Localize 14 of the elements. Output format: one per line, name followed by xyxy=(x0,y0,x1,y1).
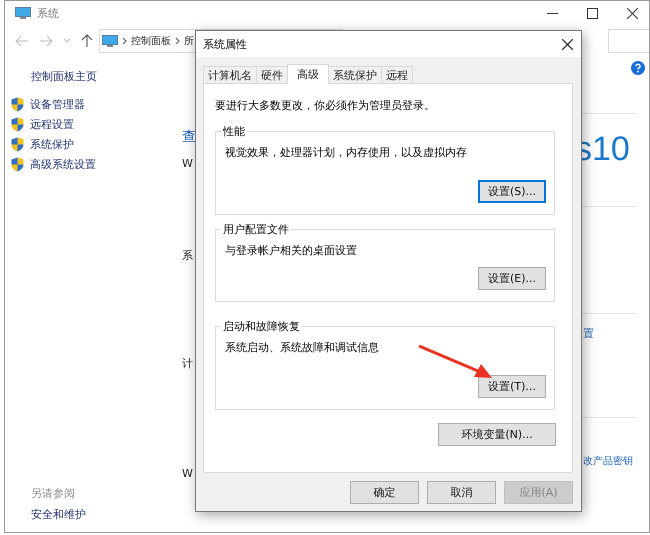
section-heading: 另请参阅 xyxy=(30,486,76,501)
group-description: 与登录帐户相关的桌面设置 xyxy=(225,243,358,258)
group-title: 性能 xyxy=(221,124,247,139)
text-fragment: W xyxy=(182,157,193,171)
text-fragment: 系 xyxy=(182,249,193,263)
dialog-title: 系统属性 xyxy=(203,36,247,52)
group-title: 用户配置文件 xyxy=(221,222,291,237)
text-fragment: 计 xyxy=(182,357,193,371)
group-description: 视觉效果，处理器计划，内存使用，以及虚拟内存 xyxy=(225,145,468,160)
window-title: 系统 xyxy=(37,6,60,20)
group-description: 系统启动、系统故障和调试信息 xyxy=(225,340,380,355)
text-fragment: W xyxy=(182,467,193,481)
notice-text: 要进行大多数更改，你必须作为管理员登录。 xyxy=(215,98,436,113)
group-title: 启动和故障恢复 xyxy=(221,319,302,334)
